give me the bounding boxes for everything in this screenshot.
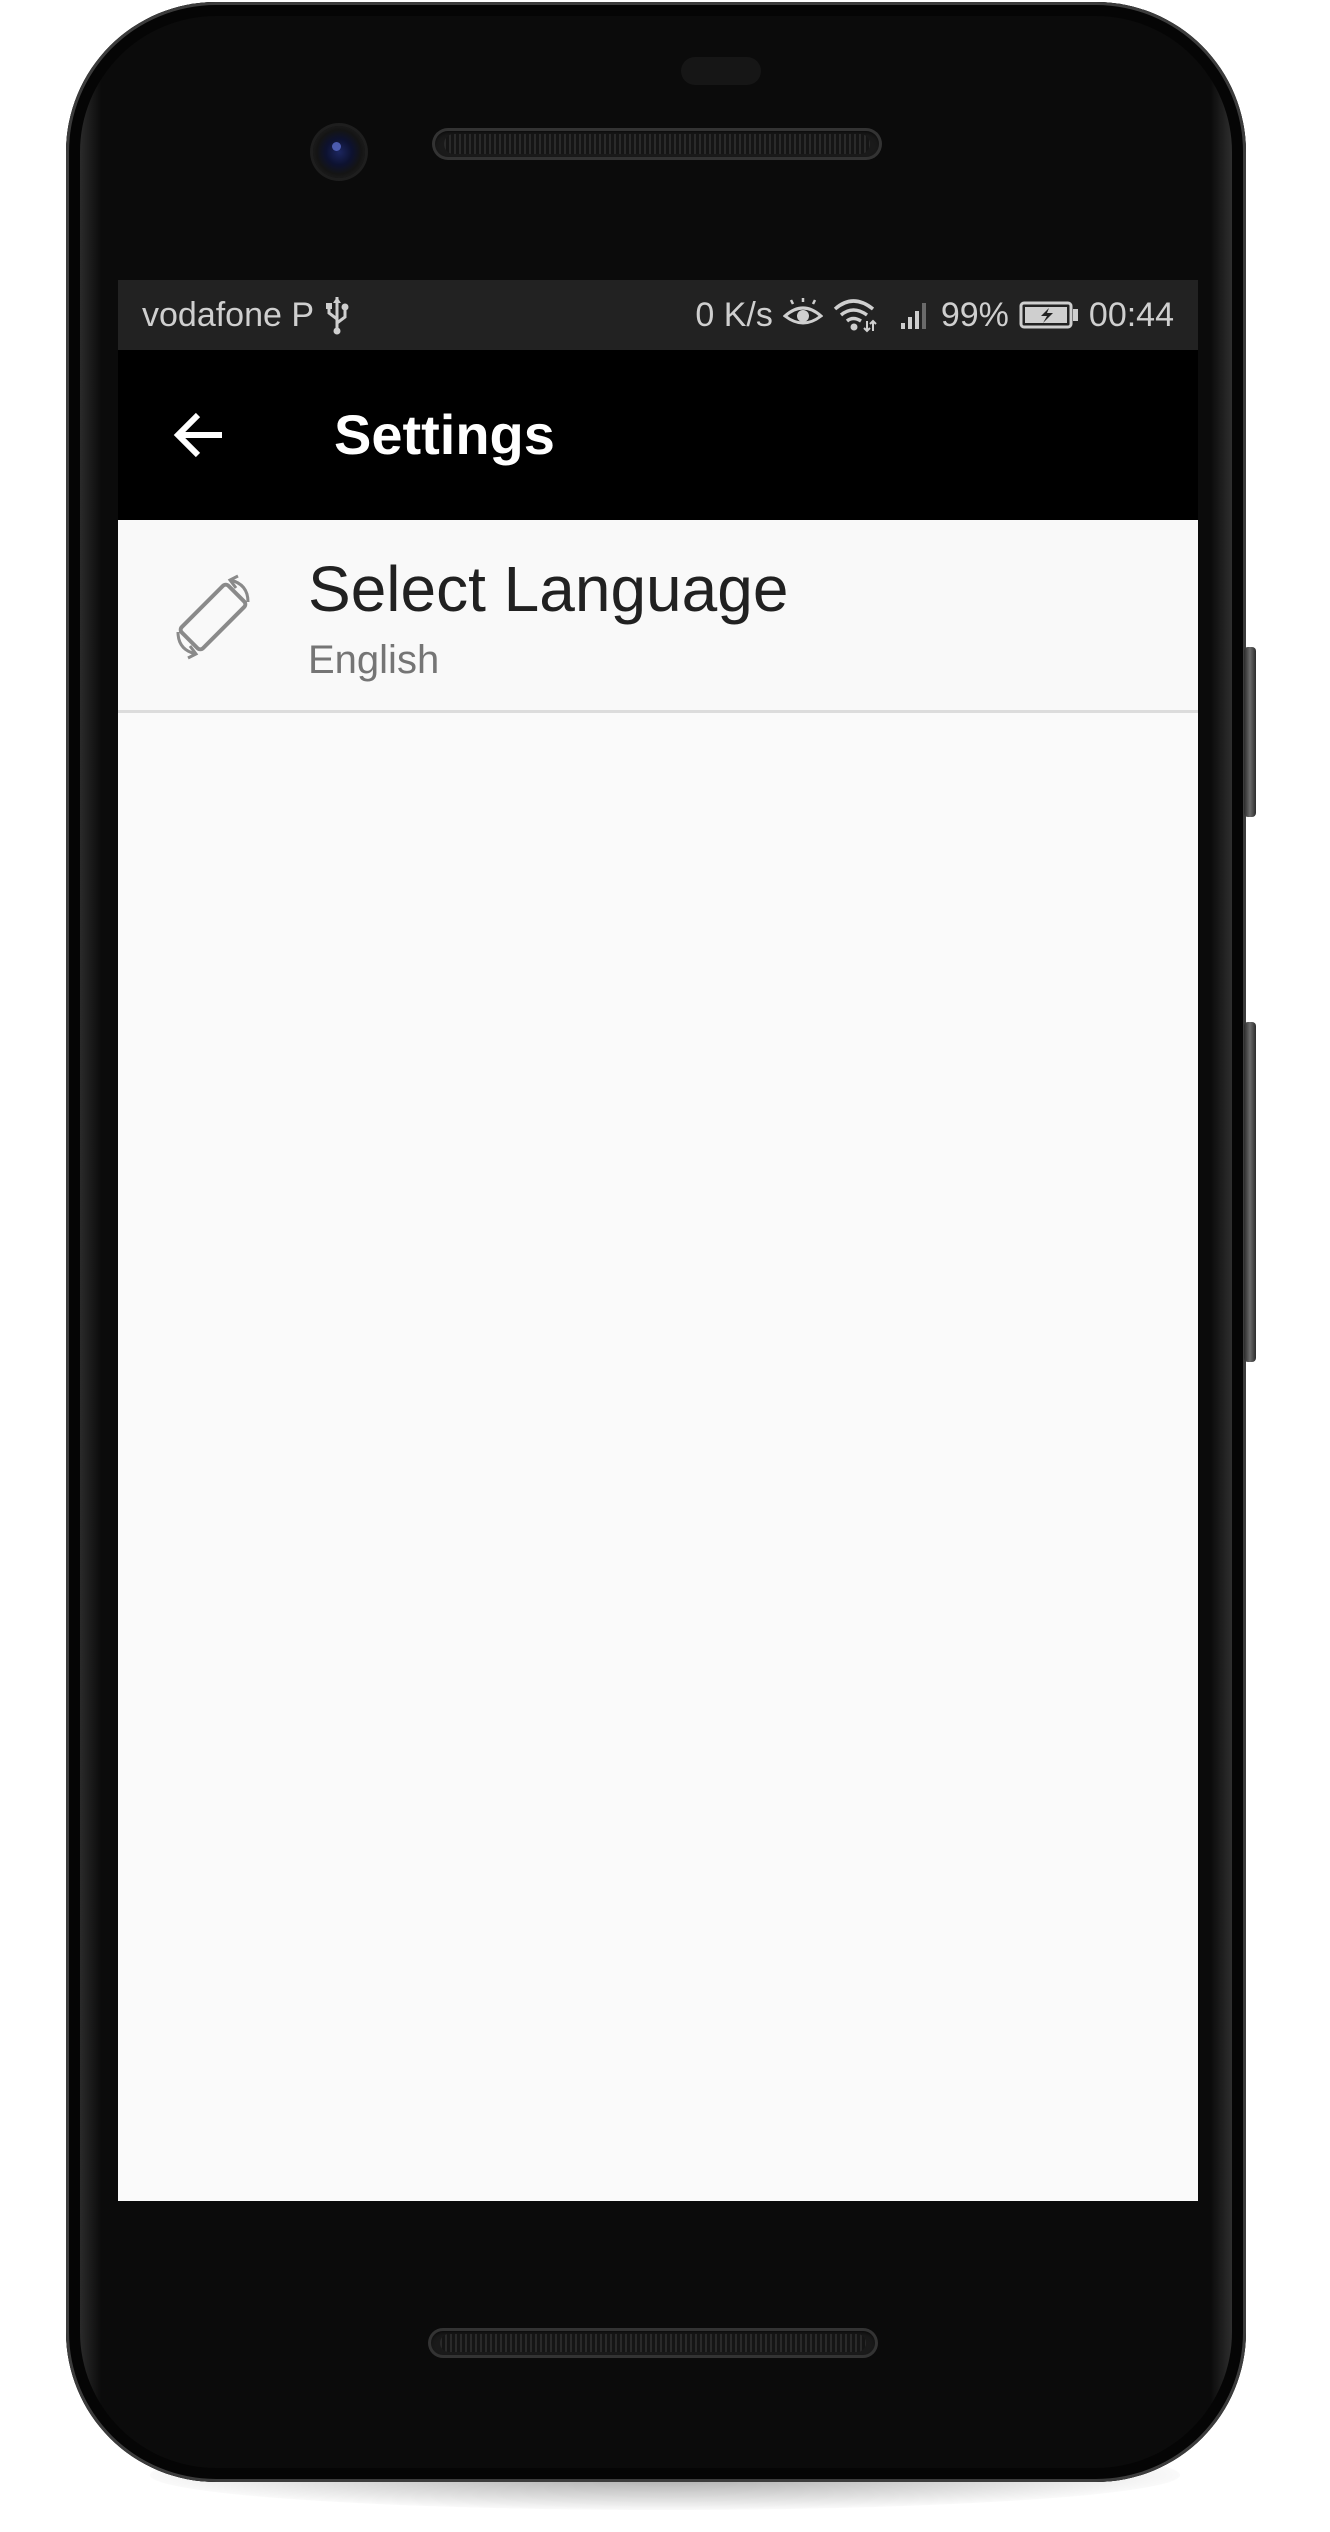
preference-item-select-language[interactable]: Select Language English bbox=[118, 520, 1198, 710]
status-left: vodafone P bbox=[142, 280, 350, 350]
back-button[interactable] bbox=[158, 393, 242, 477]
volume-button bbox=[1244, 1022, 1256, 1362]
page-title: Settings bbox=[334, 403, 555, 466]
preference-summary: English bbox=[308, 638, 440, 682]
wifi-icon bbox=[833, 297, 877, 333]
top-speaker-grill bbox=[444, 134, 870, 154]
proximity-sensor bbox=[681, 57, 761, 85]
top-speaker bbox=[432, 128, 882, 160]
status-right: 0 K/s 99% 00:44 bbox=[695, 280, 1174, 350]
usb-icon bbox=[324, 295, 350, 335]
arrow-left-icon bbox=[173, 412, 222, 458]
signal-icon bbox=[899, 299, 931, 331]
status-bar: vodafone P 0 K/s 99% 00:44 bbox=[118, 280, 1198, 350]
app-screen: vodafone P 0 K/s 99% 00:44 Settings Sele… bbox=[118, 280, 1198, 2201]
bottom-speaker bbox=[428, 2328, 878, 2358]
net-speed-label: 0 K/s bbox=[695, 295, 773, 334]
page: vodafone P 0 K/s 99% 00:44 Settings Sele… bbox=[0, 0, 1330, 2532]
app-toolbar: Settings bbox=[118, 350, 1198, 520]
screen-rotation-icon bbox=[168, 572, 258, 662]
battery-percent-label: 99% bbox=[940, 295, 1009, 334]
front-camera bbox=[313, 126, 365, 178]
carrier-label: vodafone P bbox=[142, 295, 315, 334]
bottom-speaker-grill bbox=[440, 2334, 866, 2352]
preference-title: Select Language bbox=[308, 553, 789, 625]
clock-label: 00:44 bbox=[1088, 295, 1174, 334]
battery-charging-icon bbox=[1019, 300, 1079, 330]
list-divider bbox=[118, 710, 1198, 713]
eye-icon bbox=[782, 298, 823, 332]
power-button bbox=[1244, 647, 1256, 817]
